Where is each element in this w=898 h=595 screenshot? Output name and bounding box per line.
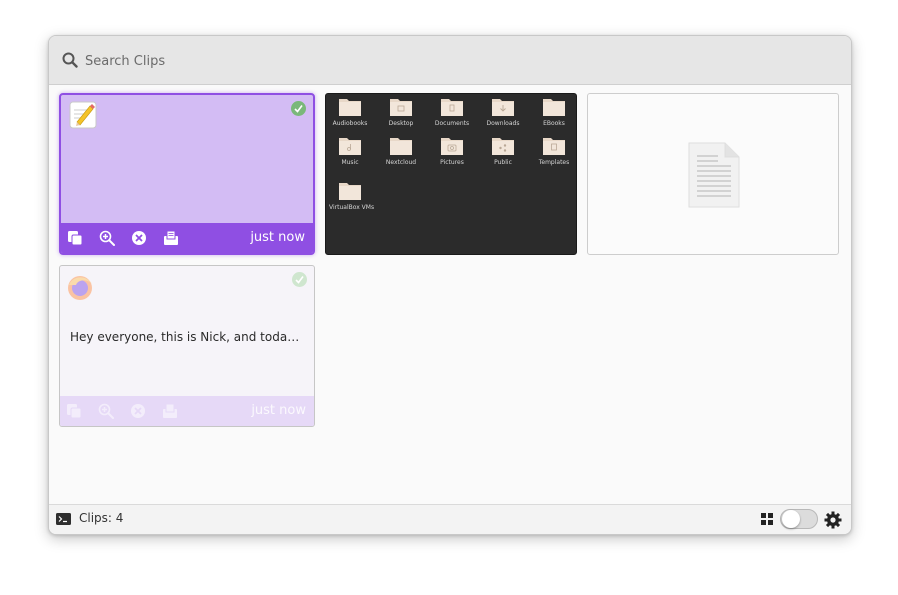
folder-icon: Downloads [482,97,524,127]
clips-count: Clips: 4 [79,511,124,525]
clip-card-1[interactable]: just now [59,93,315,255]
view-toggle[interactable] [780,509,818,529]
selected-check-icon [292,272,307,287]
clip-actions-bar: just now [61,223,313,253]
gear-icon[interactable] [824,511,842,529]
search-bar [49,36,851,85]
folder-icon: Public [482,136,524,166]
zoom-icon[interactable] [99,230,115,246]
paste-icon[interactable] [163,230,179,246]
clip-actions-bar: just now [60,396,314,426]
status-bar: Clips: 4 [49,504,851,534]
search-icon [62,52,78,68]
folder-icon: Music [329,136,371,166]
copy-icon[interactable] [66,403,82,419]
folder-icon: Documents [431,97,473,127]
folder-icon: Nextcloud [380,136,422,166]
folder-icon: Desktop [380,97,422,127]
clip-card-3[interactable] [587,93,839,255]
clip-card-4[interactable]: Hey everyone, this is Nick, and today, w… [59,265,315,427]
folder-icon: EBooks [533,97,575,127]
clipboard-window: just now Audiobooks Desktop Documents Do… [48,35,852,535]
folder-icon: Pictures [431,136,473,166]
toggle-knob [782,510,800,528]
firefox-icon [68,276,92,300]
clip-timestamp: just now [250,230,305,245]
folder-icon: Templates [533,136,575,166]
zoom-icon[interactable] [98,403,114,419]
terminal-icon [56,513,71,525]
image-preview: Audiobooks Desktop Documents Downloads E… [326,94,576,254]
folder-icon: Audiobooks [329,97,371,127]
folder-icon: VirtualBox VMs [329,181,374,211]
search-input[interactable] [83,49,827,73]
copy-icon[interactable] [67,230,83,246]
clip-text-preview: Hey everyone, this is Nick, and today, w… [70,330,306,344]
delete-icon[interactable] [131,230,147,246]
clip-timestamp: just now [251,403,306,418]
paste-icon[interactable] [162,403,178,419]
grid-view-icon[interactable] [761,513,773,525]
text-editor-icon [69,101,97,129]
delete-icon[interactable] [130,403,146,419]
document-icon [688,142,740,208]
selected-check-icon [291,101,306,116]
clip-card-2[interactable]: Audiobooks Desktop Documents Downloads E… [325,93,577,255]
